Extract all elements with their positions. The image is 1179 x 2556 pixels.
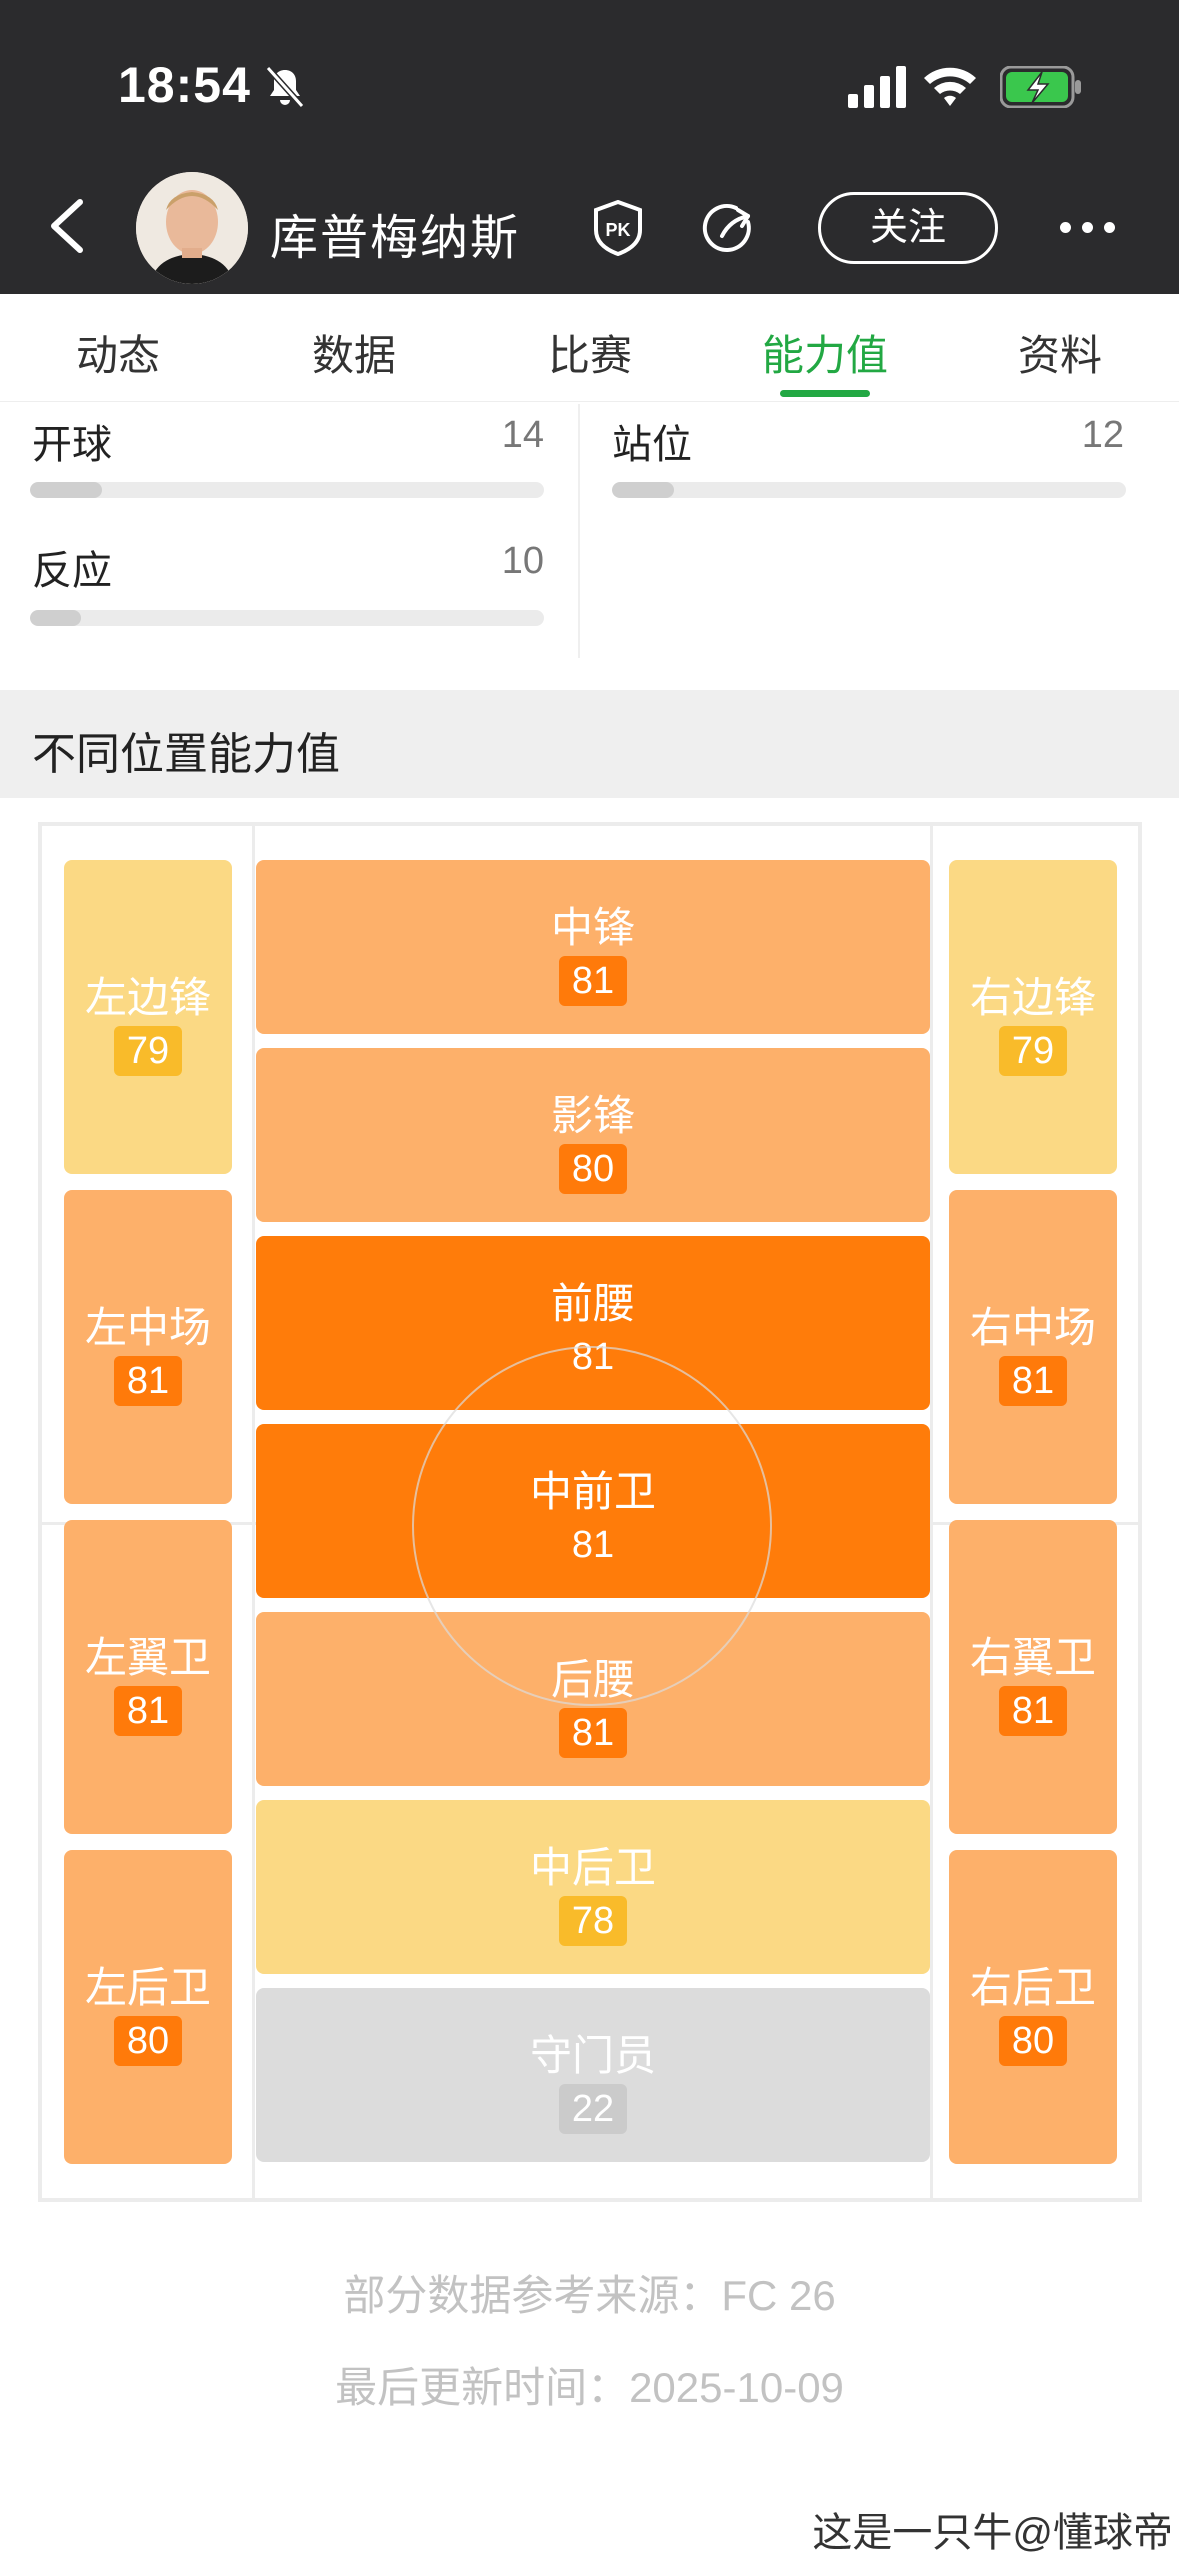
stat-bar-fill-positioning bbox=[612, 482, 674, 498]
position-lw[interactable]: 左边锋 79 bbox=[64, 860, 232, 1174]
more-options-icon[interactable] bbox=[1060, 222, 1116, 234]
position-name: 右中场 bbox=[969, 1304, 1096, 1351]
position-rwb[interactable]: 右翼卫 81 bbox=[949, 1520, 1117, 1834]
tab-bar: 动态 数据 比赛 能力值 资料 bbox=[0, 294, 1179, 402]
back-arrow-icon[interactable] bbox=[44, 196, 92, 256]
stat-label-reflex: 反应 bbox=[32, 549, 112, 593]
position-name: 前腰 bbox=[550, 1280, 635, 1327]
position-score: 81 bbox=[999, 1356, 1067, 1406]
position-rm[interactable]: 右中场 81 bbox=[949, 1190, 1117, 1504]
stat-column-divider bbox=[578, 404, 580, 658]
active-tab-indicator bbox=[780, 390, 870, 397]
position-lwb[interactable]: 左翼卫 81 bbox=[64, 1520, 232, 1834]
position-score: 79 bbox=[999, 1026, 1067, 1076]
position-score: 80 bbox=[999, 2016, 1067, 2066]
position-name: 左中场 bbox=[84, 1304, 211, 1351]
section-title: 不同位置能力值 bbox=[32, 730, 340, 779]
position-gk[interactable]: 守门员 22 bbox=[256, 1988, 930, 2162]
watermark: 这是一只牛@懂球帝 bbox=[812, 2511, 1173, 2555]
tab-data[interactable]: 数据 bbox=[254, 322, 454, 383]
position-name: 守门员 bbox=[529, 2032, 656, 2079]
stat-bar-reflex bbox=[30, 610, 544, 626]
cellular-signal-icon bbox=[848, 66, 906, 108]
player-portrait-icon bbox=[136, 172, 248, 284]
battery-charging-icon bbox=[1000, 66, 1081, 108]
position-name: 中后卫 bbox=[529, 1844, 656, 1891]
tab-profile[interactable]: 资料 bbox=[960, 322, 1160, 383]
stat-value-kick: 14 bbox=[501, 414, 544, 456]
stat-label-positioning: 站位 bbox=[612, 423, 692, 467]
stat-bar-fill-reflex bbox=[30, 610, 82, 626]
position-rw[interactable]: 右边锋 79 bbox=[949, 860, 1117, 1174]
pitch-line-left bbox=[252, 826, 255, 2198]
position-score: 81 bbox=[559, 956, 627, 1006]
position-cdm[interactable]: 后腰 81 bbox=[256, 1612, 930, 1786]
stat-label-kick: 开球 bbox=[32, 423, 112, 467]
position-score: 80 bbox=[114, 2016, 182, 2066]
app-header: 18:54 库普梅纳斯 PK 关注 bbox=[0, 0, 1179, 294]
position-name: 中前卫 bbox=[529, 1468, 656, 1515]
status-time: 18:54 bbox=[118, 57, 251, 113]
section-header: 不同位置能力值 bbox=[0, 690, 1179, 798]
position-name: 左边锋 bbox=[84, 974, 211, 1021]
position-name: 影锋 bbox=[550, 1092, 635, 1139]
position-cf[interactable]: 影锋 80 bbox=[256, 1048, 930, 1222]
pk-compare-icon[interactable]: PK bbox=[592, 200, 644, 256]
stat-bar-kick bbox=[30, 482, 544, 498]
bell-muted-icon bbox=[265, 65, 305, 109]
position-rb[interactable]: 右后卫 80 bbox=[949, 1850, 1117, 2164]
svg-text:PK: PK bbox=[605, 220, 630, 240]
position-score: 81 bbox=[114, 1686, 182, 1736]
tab-news[interactable]: 动态 bbox=[18, 322, 218, 383]
position-score: 78 bbox=[559, 1896, 627, 1946]
tab-ability[interactable]: 能力值 bbox=[725, 322, 925, 383]
position-score: 81 bbox=[999, 1686, 1067, 1736]
wifi-icon bbox=[924, 67, 976, 106]
stat-value-reflex: 10 bbox=[501, 540, 544, 582]
position-name: 左翼卫 bbox=[84, 1634, 211, 1681]
stat-bar-fill-kick bbox=[30, 482, 102, 498]
position-cam[interactable]: 前腰 81 bbox=[256, 1236, 930, 1410]
data-source-note: 部分数据参考来源：FC 26 bbox=[343, 2272, 836, 2319]
position-score: 81 bbox=[571, 1336, 615, 1378]
player-avatar[interactable] bbox=[136, 172, 248, 284]
position-score: 81 bbox=[559, 1708, 627, 1758]
position-name: 右翼卫 bbox=[969, 1634, 1096, 1681]
position-name: 左后卫 bbox=[84, 1964, 211, 2011]
stat-value-positioning: 12 bbox=[1081, 414, 1124, 456]
tab-matches[interactable]: 比赛 bbox=[490, 322, 690, 383]
position-cm[interactable]: 中前卫 81 bbox=[256, 1424, 930, 1598]
position-pitch: 左边锋 79 左中场 81 左翼卫 81 左后卫 80 右边锋 79 右中场 8… bbox=[38, 822, 1142, 2202]
stat-bar-positioning bbox=[612, 482, 1126, 498]
position-lb[interactable]: 左后卫 80 bbox=[64, 1850, 232, 2164]
position-score: 22 bbox=[559, 2084, 627, 2134]
position-score: 79 bbox=[114, 1026, 182, 1076]
position-name: 中锋 bbox=[550, 904, 635, 951]
position-st[interactable]: 中锋 81 bbox=[256, 860, 930, 1034]
position-cb[interactable]: 中后卫 78 bbox=[256, 1800, 930, 1974]
position-name: 右边锋 bbox=[969, 974, 1096, 1021]
last-updated-note: 最后更新时间：2025-10-09 bbox=[335, 2364, 844, 2411]
share-icon[interactable] bbox=[702, 200, 760, 258]
position-score: 81 bbox=[114, 1356, 182, 1406]
position-score: 80 bbox=[559, 1144, 627, 1194]
position-score: 81 bbox=[571, 1524, 615, 1566]
position-lm[interactable]: 左中场 81 bbox=[64, 1190, 232, 1504]
follow-button[interactable]: 关注 bbox=[818, 192, 998, 264]
position-name: 后腰 bbox=[550, 1656, 635, 1703]
pitch-line-right bbox=[930, 826, 933, 2198]
position-name: 右后卫 bbox=[969, 1964, 1096, 2011]
player-name: 库普梅纳斯 bbox=[270, 212, 521, 265]
